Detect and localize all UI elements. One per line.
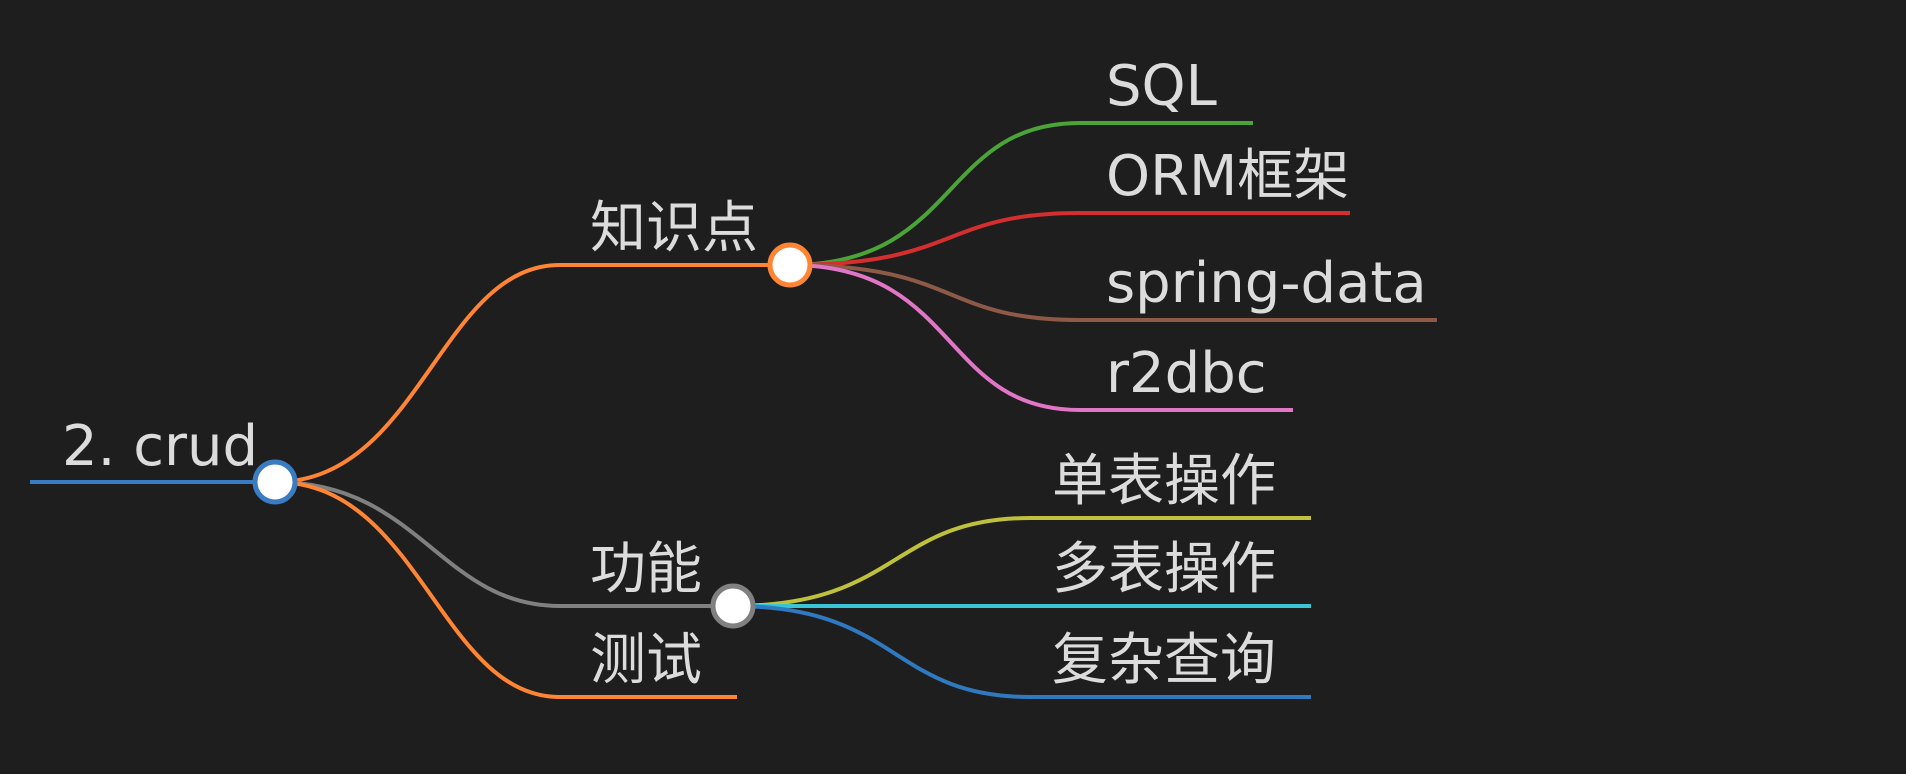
leaf-r2dbc-label[interactable]: r2dbc [1106,341,1267,406]
leaf-spring-data-label[interactable]: spring-data [1106,251,1427,316]
branch-gongneng-circle[interactable] [710,583,756,629]
branch-gongneng-label[interactable]: 功能 [590,537,702,602]
branch-zhishidian-label[interactable]: 知识点 [590,196,758,261]
root-label[interactable]: 2. crud [62,414,258,479]
leaf-danbiao-label[interactable]: 单表操作 [1052,449,1276,514]
leaf-duobiao-label[interactable]: 多表操作 [1052,537,1276,602]
leaf-orm-label[interactable]: ORM框架 [1106,144,1349,209]
leaf-fuza-label[interactable]: 复杂查询 [1052,628,1276,693]
nodes-layer: 2. crud 知识点 功能 测试 SQL ORM框架 spring-data … [62,54,1427,693]
branch-ceshi-label[interactable]: 测试 [590,628,702,693]
branch-zhishidian-circle[interactable] [767,242,813,288]
edge-zhishidian [274,263,790,484]
mindmap-canvas: 2. crud 知识点 功能 测试 SQL ORM框架 spring-data … [30,54,1437,699]
root-node-circle[interactable] [252,459,298,505]
leaf-sql-label[interactable]: SQL [1106,54,1217,119]
